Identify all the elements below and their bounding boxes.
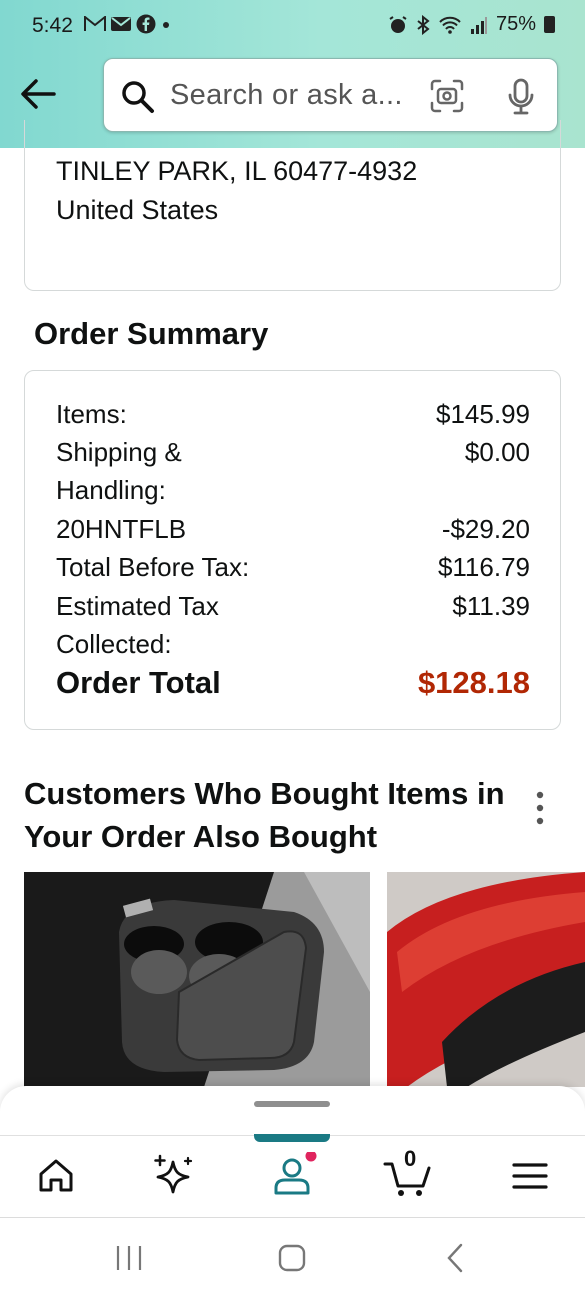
notification-icons [84,14,172,34]
mail-icon [111,17,131,31]
summary-value-before-tax: $116.79 [437,552,530,582]
also-bought-title: Customers Who Bought Items in Your Order… [24,776,505,854]
status-right: 75% [388,13,555,36]
sheet-drag-handle[interactable] [254,1101,330,1107]
notification-badge-dot [305,1152,317,1162]
search-icon [122,81,154,113]
back-arrow-icon[interactable] [18,76,58,112]
wifi-icon [439,16,461,34]
microphone-icon[interactable] [506,77,536,117]
order-summary-title: Order Summary [34,316,269,351]
home-button-icon[interactable] [274,1240,310,1276]
account-icon[interactable] [267,1152,317,1198]
recent-apps-icon[interactable] [111,1240,147,1276]
gmail-icon [84,16,106,31]
battery-percent: 75% [495,13,536,35]
dot-icon [163,22,169,28]
address-city-line: TINLEY PARK, IL 60477-4932 [56,156,418,186]
summary-value-promo: -$29.20 [441,514,530,544]
red-trim-photo [387,872,585,1087]
summary-label-before-tax: Total Before Tax: [56,552,250,582]
search-input[interactable]: Search or ask a... [170,79,403,112]
address-country: United States [56,195,219,225]
product-image-cupholder[interactable] [24,872,370,1087]
menu-icon[interactable] [505,1152,555,1198]
order-total-value: $128.18 [417,665,530,700]
status-time: 5:42 [32,14,73,37]
shipping-address-card: TINLEY PARK, IL 60477-4932 United States [24,120,561,291]
camera-scan-icon[interactable] [429,78,465,114]
more-options-icon[interactable] [530,788,550,828]
summary-label-items: Items: [56,399,127,429]
order-total-label: Order Total [56,665,221,700]
alarm-icon [389,15,407,33]
product-image-red-trim[interactable] [387,872,585,1087]
summary-label-tax: Estimated Tax Collected: [56,591,219,659]
status-bar: 5:42 75% [0,0,585,52]
cupholder-photo [24,872,370,1087]
home-icon[interactable] [31,1152,81,1198]
system-back-icon[interactable] [438,1240,474,1276]
active-tab-indicator [254,1134,330,1142]
signal-icon [470,16,487,34]
order-summary-card: Items: $145.99 Shipping & Handling: $0.0… [24,370,561,730]
summary-label-promo: 20HNTFLB [56,514,187,544]
rufus-sparkle-icon[interactable] [148,1152,198,1198]
summary-value-shipping: $0.00 [464,437,530,467]
summary-value-items: $145.99 [436,399,530,429]
summary-label-shipping: Shipping & Handling: [56,437,182,505]
facebook-icon [136,14,156,34]
summary-value-tax: $11.39 [452,591,530,621]
bluetooth-icon [417,14,430,35]
cart-button[interactable]: 0 [383,1146,433,1198]
battery-icon [544,16,555,33]
cart-count: 0 [404,1146,417,1171]
